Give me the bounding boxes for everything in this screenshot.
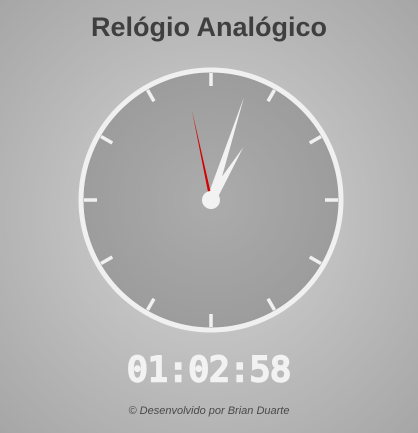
clock-center-hub (202, 191, 220, 209)
digital-time-display: 01:02:58 (0, 346, 418, 391)
digital-time-text: 01:02:58 (127, 350, 291, 386)
footer-credit: © Desenvolvido por Brian Duarte (128, 405, 290, 417)
